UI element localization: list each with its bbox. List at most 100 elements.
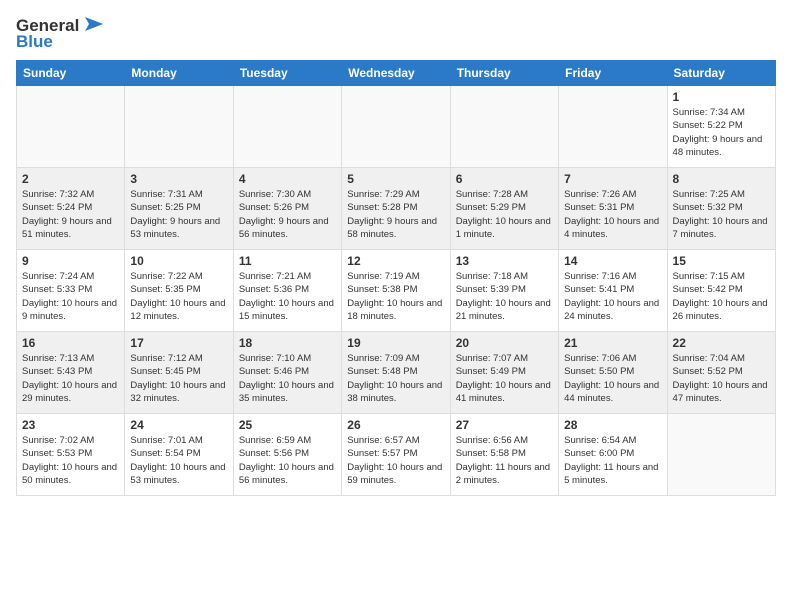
day-cell: 1 Sunrise: 7:34 AM Sunset: 5:22 PM Daylig…: [667, 86, 775, 168]
day-number: 17: [130, 336, 227, 350]
day-cell: 25 Sunrise: 6:59 AM Sunset: 5:56 PM Dayli…: [233, 414, 341, 496]
weekday-header-thursday: Thursday: [450, 61, 558, 86]
logo-blue: Blue: [16, 32, 53, 52]
day-number: 23: [22, 418, 119, 432]
day-cell: 11 Sunrise: 7:21 AM Sunset: 5:36 PM Dayli…: [233, 250, 341, 332]
day-info: Sunrise: 7:16 AM Sunset: 5:41 PM Dayligh…: [564, 270, 661, 323]
day-number: 16: [22, 336, 119, 350]
week-row-3: 9Sunrise: 7:24 AM Sunset: 5:33 PM Daylig…: [17, 250, 776, 332]
day-cell: 8 Sunrise: 7:25 AM Sunset: 5:32 PM Daylig…: [667, 168, 775, 250]
day-number: 5: [347, 172, 444, 186]
day-cell: 16Sunrise: 7:13 AM Sunset: 5:43 PM Dayli…: [17, 332, 125, 414]
day-number: 14: [564, 254, 661, 268]
day-info: Sunrise: 7:12 AM Sunset: 5:45 PM Dayligh…: [130, 352, 227, 405]
weekday-header-tuesday: Tuesday: [233, 61, 341, 86]
week-row-2: 2 Sunrise: 7:32 AM Sunset: 5:24 PM Daylig…: [17, 168, 776, 250]
day-cell: 19 Sunrise: 7:09 AM Sunset: 5:48 PM Dayli…: [342, 332, 450, 414]
day-info: Sunrise: 7:24 AM Sunset: 5:33 PM Dayligh…: [22, 270, 119, 323]
day-info: Sunrise: 7:06 AM Sunset: 5:50 PM Dayligh…: [564, 352, 661, 405]
day-number: 6: [456, 172, 553, 186]
day-number: 10: [130, 254, 227, 268]
day-number: 22: [673, 336, 770, 350]
day-cell: 14 Sunrise: 7:16 AM Sunset: 5:41 PM Dayli…: [559, 250, 667, 332]
day-cell: 4 Sunrise: 7:30 AM Sunset: 5:26 PM Daylig…: [233, 168, 341, 250]
day-number: 2: [22, 172, 119, 186]
day-info: Sunrise: 6:57 AM Sunset: 5:57 PM Dayligh…: [347, 434, 444, 487]
weekday-header-monday: Monday: [125, 61, 233, 86]
logo: General Blue: [16, 16, 103, 52]
day-cell: [450, 86, 558, 168]
day-number: 25: [239, 418, 336, 432]
day-cell: 2 Sunrise: 7:32 AM Sunset: 5:24 PM Daylig…: [17, 168, 125, 250]
day-cell: [17, 86, 125, 168]
day-number: 19: [347, 336, 444, 350]
day-cell: 26 Sunrise: 6:57 AM Sunset: 5:57 PM Dayli…: [342, 414, 450, 496]
day-info: Sunrise: 7:15 AM Sunset: 5:42 PM Dayligh…: [673, 270, 770, 323]
day-cell: 22 Sunrise: 7:04 AM Sunset: 5:52 PM Dayli…: [667, 332, 775, 414]
day-info: Sunrise: 7:26 AM Sunset: 5:31 PM Dayligh…: [564, 188, 661, 241]
day-info: Sunrise: 7:01 AM Sunset: 5:54 PM Dayligh…: [130, 434, 227, 487]
day-cell: 15 Sunrise: 7:15 AM Sunset: 5:42 PM Dayli…: [667, 250, 775, 332]
day-number: 7: [564, 172, 661, 186]
day-info: Sunrise: 7:04 AM Sunset: 5:52 PM Dayligh…: [673, 352, 770, 405]
day-number: 13: [456, 254, 553, 268]
day-number: 1: [673, 90, 770, 104]
header: General Blue: [16, 16, 776, 52]
page: General Blue SundayMondayTuesdayWednesda…: [0, 0, 792, 506]
day-number: 3: [130, 172, 227, 186]
day-info: Sunrise: 7:30 AM Sunset: 5:26 PM Dayligh…: [239, 188, 336, 241]
day-info: Sunrise: 7:32 AM Sunset: 5:24 PM Dayligh…: [22, 188, 119, 241]
week-row-4: 16Sunrise: 7:13 AM Sunset: 5:43 PM Dayli…: [17, 332, 776, 414]
day-info: Sunrise: 7:34 AM Sunset: 5:22 PM Dayligh…: [673, 106, 770, 159]
day-info: Sunrise: 7:31 AM Sunset: 5:25 PM Dayligh…: [130, 188, 227, 241]
day-number: 8: [673, 172, 770, 186]
weekday-header-sunday: Sunday: [17, 61, 125, 86]
day-info: Sunrise: 7:21 AM Sunset: 5:36 PM Dayligh…: [239, 270, 336, 323]
day-number: 4: [239, 172, 336, 186]
day-cell: [559, 86, 667, 168]
day-info: Sunrise: 7:25 AM Sunset: 5:32 PM Dayligh…: [673, 188, 770, 241]
day-cell: [125, 86, 233, 168]
day-cell: 10 Sunrise: 7:22 AM Sunset: 5:35 PM Dayli…: [125, 250, 233, 332]
logo-area: General Blue: [16, 16, 103, 52]
day-cell: 28 Sunrise: 6:54 AM Sunset: 6:00 PM Dayli…: [559, 414, 667, 496]
day-number: 27: [456, 418, 553, 432]
day-number: 20: [456, 336, 553, 350]
day-cell: 12 Sunrise: 7:19 AM Sunset: 5:38 PM Dayli…: [342, 250, 450, 332]
day-number: 28: [564, 418, 661, 432]
day-info: Sunrise: 7:19 AM Sunset: 5:38 PM Dayligh…: [347, 270, 444, 323]
day-info: Sunrise: 7:02 AM Sunset: 5:53 PM Dayligh…: [22, 434, 119, 487]
day-cell: 5 Sunrise: 7:29 AM Sunset: 5:28 PM Daylig…: [342, 168, 450, 250]
day-info: Sunrise: 6:56 AM Sunset: 5:58 PM Dayligh…: [456, 434, 553, 487]
day-cell: [667, 414, 775, 496]
weekday-header-row: SundayMondayTuesdayWednesdayThursdayFrid…: [17, 61, 776, 86]
day-number: 15: [673, 254, 770, 268]
day-cell: 23 Sunrise: 7:02 AM Sunset: 5:53 PM Dayli…: [17, 414, 125, 496]
day-number: 18: [239, 336, 336, 350]
weekday-header-friday: Friday: [559, 61, 667, 86]
day-cell: [233, 86, 341, 168]
day-cell: 17 Sunrise: 7:12 AM Sunset: 5:45 PM Dayli…: [125, 332, 233, 414]
weekday-header-saturday: Saturday: [667, 61, 775, 86]
day-number: 11: [239, 254, 336, 268]
day-cell: 21 Sunrise: 7:06 AM Sunset: 5:50 PM Dayli…: [559, 332, 667, 414]
day-cell: 9Sunrise: 7:24 AM Sunset: 5:33 PM Daylig…: [17, 250, 125, 332]
day-cell: 18 Sunrise: 7:10 AM Sunset: 5:46 PM Dayli…: [233, 332, 341, 414]
day-info: Sunrise: 7:09 AM Sunset: 5:48 PM Dayligh…: [347, 352, 444, 405]
day-info: Sunrise: 7:07 AM Sunset: 5:49 PM Dayligh…: [456, 352, 553, 405]
day-info: Sunrise: 7:10 AM Sunset: 5:46 PM Dayligh…: [239, 352, 336, 405]
day-number: 26: [347, 418, 444, 432]
day-info: Sunrise: 6:54 AM Sunset: 6:00 PM Dayligh…: [564, 434, 661, 487]
day-cell: 6Sunrise: 7:28 AM Sunset: 5:29 PM Daylig…: [450, 168, 558, 250]
day-cell: 20 Sunrise: 7:07 AM Sunset: 5:49 PM Dayli…: [450, 332, 558, 414]
day-info: Sunrise: 7:29 AM Sunset: 5:28 PM Dayligh…: [347, 188, 444, 241]
day-number: 24: [130, 418, 227, 432]
day-cell: 24 Sunrise: 7:01 AM Sunset: 5:54 PM Dayli…: [125, 414, 233, 496]
day-number: 21: [564, 336, 661, 350]
week-row-5: 23 Sunrise: 7:02 AM Sunset: 5:53 PM Dayli…: [17, 414, 776, 496]
day-number: 12: [347, 254, 444, 268]
logo-bird-icon: [81, 15, 103, 33]
day-info: Sunrise: 7:22 AM Sunset: 5:35 PM Dayligh…: [130, 270, 227, 323]
day-info: Sunrise: 6:59 AM Sunset: 5:56 PM Dayligh…: [239, 434, 336, 487]
day-info: Sunrise: 7:18 AM Sunset: 5:39 PM Dayligh…: [456, 270, 553, 323]
